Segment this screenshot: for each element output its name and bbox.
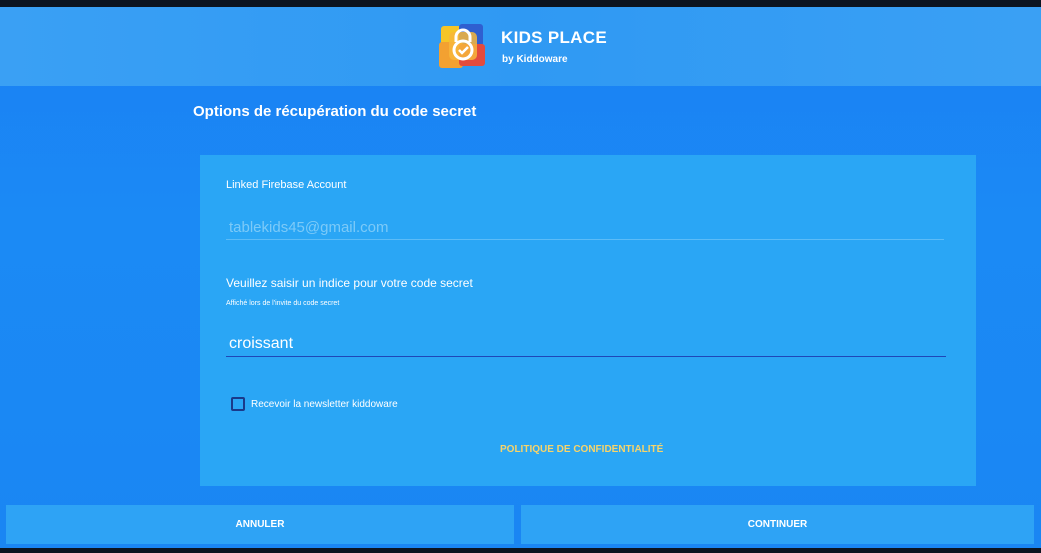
hint-input[interactable] — [226, 332, 946, 357]
screen-bottom-edge — [0, 548, 1041, 553]
firebase-account-input[interactable] — [226, 215, 944, 240]
app-subtitle: by Kiddoware — [502, 54, 568, 65]
page-title: Options de récupération du code secret — [193, 103, 477, 120]
continue-button[interactable]: CONTINUER — [521, 505, 1034, 544]
firebase-account-label: Linked Firebase Account — [226, 179, 347, 191]
cancel-button[interactable]: ANNULER — [6, 505, 514, 544]
screen-top-edge — [0, 0, 1041, 7]
kids-place-logo-icon — [439, 24, 485, 68]
hint-sublabel: Affiché lors de l'invite du code secret — [226, 300, 340, 307]
app-name: KIDS PLACE — [501, 28, 607, 47]
privacy-policy-link[interactable]: POLITIQUE DE CONFIDENTIALITÉ — [500, 444, 663, 455]
hint-label: Veuillez saisir un indice pour votre cod… — [226, 276, 473, 290]
newsletter-option[interactable]: Recevoir la newsletter kiddoware — [231, 397, 398, 411]
newsletter-checkbox[interactable] — [231, 397, 245, 411]
recovery-options-card: Linked Firebase Account Veuillez saisir … — [200, 155, 976, 486]
app-screen: KIDS PLACE by Kiddoware Options de récup… — [0, 0, 1041, 553]
newsletter-label: Recevoir la newsletter kiddoware — [251, 398, 398, 410]
